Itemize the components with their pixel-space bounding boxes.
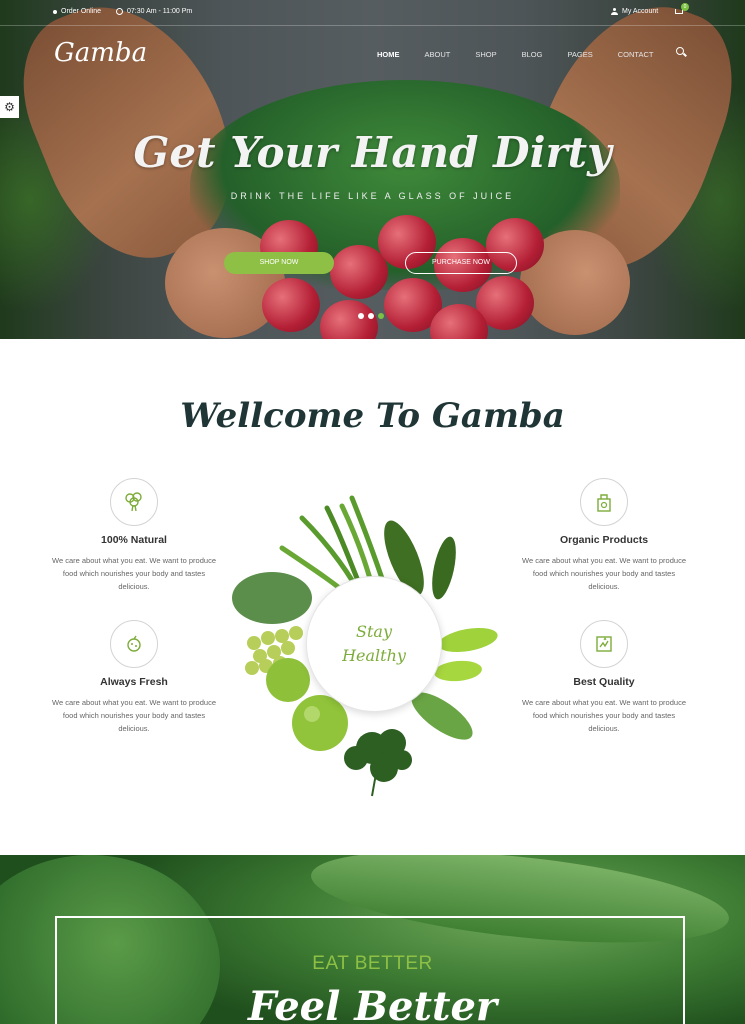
slider-dots	[358, 313, 384, 319]
site-logo[interactable]: Gamba	[54, 38, 147, 68]
fresh-fruit-icon	[110, 620, 158, 668]
dot-icon	[53, 9, 57, 14]
feature-description: We care about what you eat. We want to p…	[52, 556, 216, 591]
nav-home[interactable]: HOME	[377, 50, 400, 59]
my-account-label: My Account	[622, 8, 659, 15]
settings-gear-icon[interactable]: ⚙	[0, 96, 19, 118]
cart-count-badge: 0	[681, 3, 689, 11]
feature-description: We care about what you eat. We want to p…	[522, 556, 686, 591]
main-nav: HOME ABOUT SHOP BLOG PAGES CONTACT	[377, 50, 678, 59]
feature-quality: Best Quality We care about what you eat.…	[519, 620, 689, 735]
broccoli-icon	[110, 478, 158, 526]
slider-dot-active[interactable]	[378, 313, 384, 319]
purchase-now-button[interactable]: PURCHASE NOW	[405, 252, 517, 274]
slider-dot[interactable]	[368, 313, 374, 319]
search-icon[interactable]	[676, 47, 686, 57]
nav-contact[interactable]: CONTACT	[618, 50, 654, 59]
feature-organic: Organic Products We care about what you …	[519, 478, 689, 593]
healthy-label: Healthy	[342, 646, 406, 665]
feature-title: Best Quality	[573, 676, 635, 688]
radish-graphic	[330, 245, 388, 299]
stay-label: Stay	[356, 622, 392, 641]
order-online-label: Order Online	[61, 8, 102, 15]
eat-better-banner: EAT BETTER Feel Better	[0, 855, 745, 1024]
my-account-link[interactable]: My Account	[611, 8, 658, 15]
nav-about[interactable]: ABOUT	[425, 50, 451, 59]
opening-hours: 07:30 Am - 11:00 Pm	[116, 8, 192, 15]
slider-dot[interactable]	[358, 313, 364, 319]
eat-better-label: EAT BETTER	[312, 953, 433, 974]
opening-hours-label: 07:30 Am - 11:00 Pm	[127, 8, 193, 15]
nav-shop[interactable]: SHOP	[475, 50, 496, 59]
user-icon	[611, 8, 618, 15]
nav-blog[interactable]: BLOG	[522, 50, 543, 59]
cart-button[interactable]: 0	[674, 3, 689, 18]
feel-better-headline: Feel Better	[248, 983, 497, 1024]
shop-now-button[interactable]: SHOP NOW	[224, 252, 334, 274]
feature-title: Always Fresh	[100, 676, 168, 688]
welcome-title: Wellcome To Gamba	[180, 396, 565, 436]
feature-title: 100% Natural	[101, 534, 167, 546]
hero-section: Order Online 07:30 Am - 11:00 Pm My Acco…	[0, 0, 745, 339]
clock-icon	[116, 8, 123, 15]
radish-graphic	[320, 300, 378, 339]
feature-description: We care about what you eat. We want to p…	[522, 698, 686, 733]
hero-title: Get Your Hand Dirty	[133, 128, 612, 177]
grocery-bag-icon	[580, 478, 628, 526]
quality-badge-icon	[580, 620, 628, 668]
feature-fresh: Always Fresh We care about what you eat.…	[49, 620, 219, 735]
nav-pages[interactable]: PAGES	[567, 50, 592, 59]
feature-title: Organic Products	[559, 534, 649, 546]
feature-description: We care about what you eat. We want to p…	[52, 698, 216, 733]
stay-healthy-badge: Stay Healthy	[306, 576, 442, 712]
hero-subtitle: DRINK THE LIFE LIKE A GLASS OF JUICE	[230, 191, 515, 201]
order-online-link[interactable]: Order Online	[53, 8, 101, 15]
top-bar: Order Online 07:30 Am - 11:00 Pm My Acco…	[0, 0, 745, 26]
feature-natural: 100% Natural We care about what you eat.…	[49, 478, 219, 593]
radish-graphic	[262, 278, 320, 332]
